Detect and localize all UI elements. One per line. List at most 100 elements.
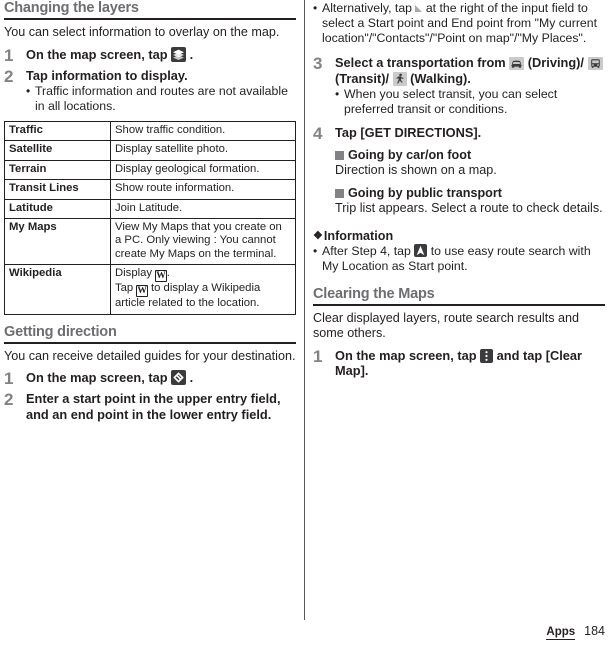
bullet-dot-icon: • bbox=[26, 84, 31, 98]
wikipedia-icon[interactable]: W bbox=[155, 270, 167, 283]
getting-direction-step-3: 3 Select a transportation from (Driving)… bbox=[313, 55, 605, 117]
bullet-text: Alternatively, tap at the right of the i… bbox=[322, 1, 605, 46]
subsection-going-by-car: Going by car/on foot bbox=[335, 148, 605, 164]
layers-icon[interactable] bbox=[171, 46, 187, 62]
directions-icon[interactable] bbox=[171, 370, 187, 386]
table-row: Wikipedia Display W. Tap W to display a … bbox=[4, 264, 296, 315]
information-label: Information bbox=[323, 228, 394, 243]
clearing-maps-intro: Clear displayed layers, route search res… bbox=[313, 310, 579, 341]
getting-direction-intro: You can receive detailed guides for your… bbox=[4, 348, 296, 363]
layer-description: Show route information. bbox=[110, 179, 296, 200]
layer-name: Transit Lines bbox=[4, 179, 111, 200]
step-bullet: • Traffic information and routes are not… bbox=[26, 84, 296, 114]
walking-icon[interactable] bbox=[392, 71, 407, 86]
table-row: Satellite Display satellite photo. bbox=[4, 140, 296, 161]
subsection-going-by-transport: Going by public transport bbox=[335, 186, 605, 202]
step-2-continuation-bullet: • Alternatively, tap at the right of the… bbox=[313, 1, 605, 46]
page-number: 184 bbox=[584, 624, 605, 638]
table-row: Traffic Show traffic condition. bbox=[4, 120, 296, 142]
bullet-dot-icon: • bbox=[313, 1, 318, 15]
layer-description: View My Maps that you create on a PC. On… bbox=[110, 218, 296, 266]
step-number: 4 bbox=[313, 124, 323, 143]
table-row: Latitude Join Latitude. bbox=[4, 198, 296, 220]
my-location-icon[interactable] bbox=[414, 243, 428, 257]
information-bullet: • After Step 4, tap to use easy route se… bbox=[313, 243, 605, 274]
step3-text-2: (Driving)/ bbox=[527, 55, 584, 70]
layer-name: My Maps bbox=[4, 218, 111, 266]
footer-chapter-tag: Apps bbox=[546, 626, 576, 640]
changing-layers-step-2: 2 Tap information to display. • Traffic … bbox=[4, 68, 296, 115]
step-number: 2 bbox=[4, 66, 14, 86]
wikipedia-line1-post: . bbox=[166, 267, 170, 280]
manual-page: Changing the layers You can select infor… bbox=[0, 0, 609, 648]
layer-name: Latitude bbox=[4, 198, 111, 220]
step-title: Tap [GET DIRECTIONS]. bbox=[335, 125, 482, 140]
getting-direction-step-4: 4 Tap [GET DIRECTIONS]. Going by car/on … bbox=[313, 125, 605, 219]
changing-layers-step-1: 1 On the map screen, tap . bbox=[4, 45, 296, 65]
step-title: On the map screen, tap . bbox=[26, 46, 296, 63]
step3-text-1: Select a transportation from bbox=[335, 55, 506, 70]
wikipedia-line1-pre: Display bbox=[115, 267, 153, 280]
diamond-mark-icon: ❖ bbox=[313, 230, 323, 242]
subsection-title: Going by public transport bbox=[348, 185, 502, 200]
right-column: • Alternatively, tap at the right of the… bbox=[313, 0, 605, 379]
table-row: Terrain Display geological formation. bbox=[4, 159, 296, 181]
expand-triangle-icon[interactable] bbox=[415, 5, 423, 12]
step-text-before-icon: On the map screen, tap bbox=[26, 46, 168, 62]
table-row: My Maps View My Maps that you create on … bbox=[4, 218, 296, 266]
driving-car-icon[interactable] bbox=[509, 57, 525, 70]
bullet-dot-icon: • bbox=[335, 87, 340, 101]
layer-description: Display satellite photo. bbox=[110, 140, 296, 161]
layer-name: Terrain bbox=[4, 159, 111, 181]
step-text-after-icon: . bbox=[189, 370, 194, 386]
left-column: Changing the layers You can select infor… bbox=[4, 0, 296, 422]
layer-description: Join Latitude. bbox=[110, 198, 296, 220]
step3-text-4: (Walking). bbox=[410, 70, 471, 86]
step-title: Enter a start point in the upper entry f… bbox=[26, 391, 281, 422]
wikipedia-line2-pre: Tap bbox=[115, 282, 134, 295]
layer-description: Display W. Tap W to display a Wikipedia … bbox=[110, 264, 296, 315]
subsection-transport-text: Trip list appears. Select a route to che… bbox=[335, 201, 603, 215]
step-title: On the map screen, tap and tap [Clear Ma… bbox=[335, 348, 605, 379]
subsection-car-text: Direction is shown on a map. bbox=[335, 163, 497, 177]
step-number: 1 bbox=[4, 369, 14, 389]
step-bullet: • When you select transit, you can selec… bbox=[335, 87, 605, 117]
bullet-text: Traffic information and routes are not a… bbox=[35, 84, 288, 113]
bullet-dot-icon: • bbox=[313, 243, 318, 258]
layer-description: Display geological formation. bbox=[110, 159, 296, 181]
square-bullet-icon bbox=[335, 150, 344, 160]
section-heading-clearing-maps: Clearing the Maps bbox=[313, 286, 605, 306]
layer-name: Traffic bbox=[4, 120, 111, 142]
square-bullet-icon bbox=[335, 188, 344, 198]
step-text-after-icon: . bbox=[189, 46, 194, 62]
step-title: Tap information to display. bbox=[26, 67, 188, 83]
layer-name: Satellite bbox=[4, 140, 111, 161]
info-text-before-icon: After Step 4, tap bbox=[322, 243, 411, 258]
step-number: 1 bbox=[313, 346, 323, 366]
step-number: 1 bbox=[4, 45, 14, 65]
transit-bus-icon[interactable] bbox=[587, 57, 603, 70]
page-footer: Apps 184 bbox=[546, 624, 605, 640]
information-heading: ❖ Information bbox=[313, 229, 605, 243]
table-row: Transit Lines Show route information. bbox=[4, 179, 296, 200]
step-number: 3 bbox=[313, 54, 323, 73]
step-title: Select a transportation from (Driving)/ bbox=[335, 55, 605, 86]
layer-description: Show traffic condition. bbox=[110, 120, 296, 142]
step-number: 2 bbox=[4, 390, 14, 410]
layer-name: Wikipedia bbox=[4, 264, 111, 315]
subsection-title: Going by car/on foot bbox=[348, 147, 472, 162]
bullet-text-before-icon: Alternatively, tap bbox=[322, 1, 412, 15]
step3-text-3: (Transit)/ bbox=[335, 70, 390, 86]
section-heading-getting-direction: Getting direction bbox=[4, 324, 296, 344]
changing-layers-intro: You can select information to overlay on… bbox=[4, 25, 280, 39]
getting-direction-step-1: 1 On the map screen, tap . bbox=[4, 370, 296, 387]
getting-direction-step-2: 2 Enter a start point in the upper entry… bbox=[4, 391, 296, 422]
overflow-menu-icon[interactable] bbox=[480, 348, 494, 363]
column-divider bbox=[304, 0, 305, 620]
wikipedia-icon[interactable]: W bbox=[136, 285, 148, 298]
bullet-text: When you select transit, you can select … bbox=[344, 87, 558, 116]
clearing-maps-step-1: 1 On the map screen, tap and tap [Clear … bbox=[313, 348, 605, 379]
layers-table: Traffic Show traffic condition. Satellit… bbox=[4, 120, 296, 315]
bullet-text: After Step 4, tap to use easy route sear… bbox=[322, 243, 605, 274]
step-text-before-icon: On the map screen, tap bbox=[335, 347, 477, 363]
